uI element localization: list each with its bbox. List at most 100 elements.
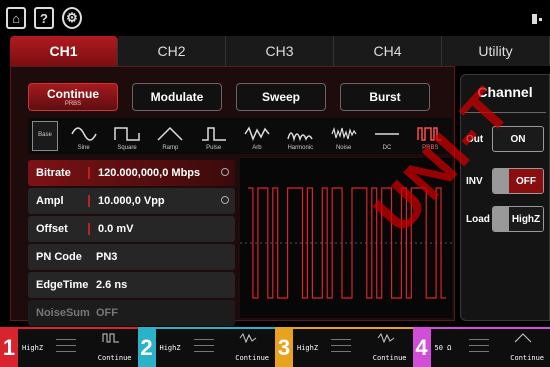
param-name: NoiseSum	[36, 307, 90, 319]
continue-sub-label: PRBS	[64, 101, 82, 107]
usb-icon	[532, 14, 542, 24]
wave-square[interactable]: Square	[105, 118, 148, 154]
toggle-knob	[493, 169, 509, 193]
param-name: Offset	[36, 223, 68, 235]
channel-number: 2	[137, 329, 156, 367]
prbs-waveform-plot	[240, 187, 452, 299]
dc-wave-icon	[374, 133, 399, 135]
channel-mode: Continue	[372, 354, 407, 362]
link-icon	[221, 168, 229, 176]
param-name: Bitrate	[36, 167, 71, 179]
channel-number: 4	[412, 329, 431, 367]
tab-ch1[interactable]: CH1	[10, 36, 118, 66]
channel-4-status[interactable]: 4 50 Ω Continue	[412, 327, 550, 367]
param-pn-code[interactable]: PN Code PN3	[28, 244, 235, 270]
out-value: ON	[510, 133, 526, 145]
continue-button[interactable]: Continue PRBS	[28, 83, 118, 111]
wave-label: Pulse	[206, 145, 222, 151]
channel-1-status[interactable]: 1 HighZ Continue	[0, 327, 138, 367]
ramp-wave-icon	[157, 126, 183, 141]
status-bar: ⌂ ? ⚙	[0, 0, 550, 36]
modulate-button[interactable]: Modulate	[132, 83, 222, 111]
channel-mode: Continue	[235, 354, 269, 362]
base-button[interactable]: Base	[32, 121, 58, 151]
channel-impedance: 50 Ω	[434, 344, 452, 352]
param-value: 10.000,0 Vpp	[88, 195, 165, 207]
load-label: Load	[466, 213, 490, 225]
param-offset[interactable]: Offset 0.0 mV	[28, 216, 235, 242]
param-value: 120.000,000,0 Mbps	[88, 167, 200, 179]
param-name: PN Code	[36, 251, 82, 263]
waveform-selector: Sine Square Ramp Pulse Arb Harmonic Nois…	[28, 118, 452, 154]
wave-prbs[interactable]: PRBS	[409, 118, 452, 154]
toggle-knob	[493, 207, 509, 231]
mode-bar: Continue PRBS Modulate Sweep Burst	[28, 83, 430, 111]
inv-value: OFF	[509, 169, 543, 193]
channel-impedance: HighZ	[297, 344, 319, 352]
inv-toggle[interactable]: OFF	[492, 168, 544, 194]
tab-utility[interactable]: Utility	[442, 36, 550, 66]
channel-number: 1	[0, 329, 18, 367]
wave-label: Sine	[77, 145, 90, 151]
wave-label: Arb	[252, 145, 262, 151]
prbs-wave-icon	[102, 333, 119, 343]
prbs-wave-icon	[417, 127, 443, 141]
wave-label: PRBS	[422, 145, 439, 151]
modulate-label: Modulate	[150, 90, 204, 104]
wave-harmonic[interactable]: Harmonic	[279, 118, 322, 154]
param-name: EdgeTime	[36, 279, 89, 291]
arb-wave-icon	[377, 333, 394, 343]
sweep-button[interactable]: Sweep	[236, 83, 326, 111]
continue-label: Continue	[47, 87, 99, 101]
channel-mode: Continue	[97, 354, 132, 362]
channel-tabs: CH1 CH2 CH3 CH4 Utility	[10, 36, 550, 66]
channel-impedance: HighZ	[159, 344, 181, 352]
load-value: HighZ	[509, 207, 543, 231]
utility-title: Channel	[477, 84, 533, 100]
wave-dc[interactable]: DC	[365, 118, 408, 154]
load-toggle[interactable]: HighZ	[492, 206, 544, 232]
param-edgetime[interactable]: EdgeTime 2.6 ns	[28, 272, 235, 298]
out-label: Out	[466, 133, 484, 145]
wave-arb[interactable]: Arb	[235, 118, 278, 154]
channel-mode: Continue	[510, 354, 544, 362]
square-wave-icon	[114, 127, 140, 141]
channel-2-status[interactable]: 2 HighZ Continue	[137, 327, 275, 367]
channel-3-status[interactable]: 3 HighZ Continue	[275, 327, 413, 367]
channel-level-icon	[468, 339, 489, 359]
channel-number: 3	[275, 329, 293, 367]
arb-wave-icon	[239, 333, 257, 343]
cnt-icon[interactable]: ⚙	[62, 7, 82, 29]
help-icon[interactable]: ?	[34, 7, 54, 29]
channel-level-icon	[56, 339, 76, 359]
tab-ch3[interactable]: CH3	[226, 36, 334, 66]
wave-sine[interactable]: Sine	[62, 118, 105, 154]
wave-label: Noise	[335, 145, 352, 151]
wave-label: Ramp	[162, 145, 179, 151]
arb-wave-icon	[244, 126, 270, 142]
wave-noise[interactable]: Noise	[322, 118, 365, 154]
wave-pulse[interactable]: Pulse	[192, 118, 235, 154]
param-bitrate[interactable]: Bitrate 120.000,000,0 Mbps	[28, 160, 235, 186]
tab-ch2[interactable]: CH2	[118, 36, 226, 66]
pulse-wave-icon	[201, 127, 226, 141]
base-label: Base	[38, 132, 52, 138]
home-icon[interactable]: ⌂	[6, 7, 26, 29]
param-list: Bitrate 120.000,000,0 Mbps Ampl 10.000,0…	[28, 160, 235, 328]
param-ampl[interactable]: Ampl 10.000,0 Vpp	[28, 188, 235, 214]
tab-ch4[interactable]: CH4	[334, 36, 442, 66]
wave-label: Harmonic	[287, 145, 314, 151]
inv-label: INV	[466, 175, 483, 187]
wave-label: DC	[382, 145, 392, 151]
channel-level-icon	[331, 339, 351, 359]
burst-button[interactable]: Burst	[340, 83, 430, 111]
wave-ramp[interactable]: Ramp	[149, 118, 192, 154]
load-row: Load HighZ	[466, 206, 544, 232]
out-toggle[interactable]: ON	[492, 126, 544, 152]
param-noisesum[interactable]: NoiseSum OFF	[28, 300, 235, 326]
param-value: OFF	[96, 307, 118, 319]
inv-row: INV OFF	[466, 168, 544, 194]
sine-wave-icon	[70, 127, 97, 141]
harmonic-wave-icon	[287, 132, 313, 142]
burst-label: Burst	[369, 90, 401, 104]
